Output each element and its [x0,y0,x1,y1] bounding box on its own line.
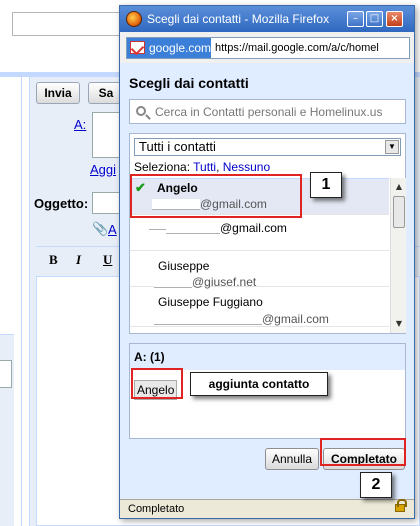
contact-name: Giuseppe [158,259,210,273]
italic-button[interactable]: I [76,252,81,268]
to-field[interactable] [92,112,122,158]
recipients-header: A: (1) [130,344,405,370]
minimize-icon[interactable]: – [347,11,364,27]
select-none-link[interactable]: Nessuno [223,160,270,174]
contact-email: @gmail.com [166,221,287,235]
contact-email: @gmail.com [154,312,329,326]
group-select[interactable]: Tutti i contatti ▼ [134,138,401,156]
picker-content: Scegli dai contatti Cerca in Contatti pe… [120,63,414,499]
status-bar: Completato [120,499,414,518]
contact-search-input[interactable]: Cerca in Contatti personali e Homelinux.… [129,99,406,124]
site-label: google.com [149,41,212,55]
paperclip-icon: 📎 [92,222,109,237]
add-recipient-link[interactable]: Aggi [90,162,116,177]
close-icon[interactable]: × [386,11,403,27]
window-titlebar[interactable]: Scegli dai contatti - Mozilla Firefox – … [120,6,414,32]
select-label: Seleziona: [134,160,191,174]
address-bar[interactable]: google.com https://mail.google.com/a/c/h… [126,37,410,59]
address-url[interactable]: https://mail.google.com/a/c/homel [215,38,379,58]
scroll-down-icon[interactable]: ▼ [392,317,406,331]
background-left-box [0,360,12,388]
search-placeholder: Cerca in Contatti personali e Homelinux.… [155,105,383,119]
note-callout: aggiunta contatto [190,372,328,396]
contact-email: @giusef.net [154,275,256,289]
window-title: Scegli dai contatti - Mozilla Firefox [147,12,330,26]
redacted-username [166,223,220,235]
contact-name: Giuseppe Fuggiano [158,295,263,309]
search-icon [136,106,146,116]
gmail-icon [130,41,145,54]
bold-button[interactable]: B [49,252,58,268]
maximize-icon[interactable]: □ [366,11,383,27]
status-text: Completato [128,503,185,515]
to-label-link[interactable]: A: [74,117,86,132]
site-identity[interactable]: google.com [127,38,211,58]
highlight-done-button [320,438,406,466]
chevron-down-icon[interactable]: ▼ [385,140,399,154]
firefox-icon [126,11,142,27]
lock-icon [395,499,407,512]
redacted-username [154,277,192,289]
highlight-recipient-chip [131,368,183,399]
subject-label: Oggetto: [34,196,89,211]
contact-list-panel: Tutti i contatti ▼ Seleziona: Tutti, Nes… [129,133,406,334]
contact-item[interactable]: Giuseppe Fuggiano @gmail.com [130,291,389,327]
send-button[interactable]: Invia [36,82,80,104]
step-1-callout: 1 [310,172,342,198]
contact-list-scrollbar[interactable]: ▲ ▼ [390,178,406,333]
step-2-callout: 2 [360,472,392,498]
select-all-link[interactable]: Tutti [193,160,216,174]
scroll-up-icon[interactable]: ▲ [392,180,406,194]
redacted-username [154,314,262,326]
highlight-contact-angelo [130,174,302,218]
group-select-value: Tutti i contatti [139,139,216,154]
scrollbar-thumb[interactable] [393,196,405,228]
selection-links: Seleziona: Tutti, Nessuno [134,160,270,174]
picker-heading: Scegli dai contatti [129,75,249,91]
cancel-button[interactable]: Annulla [265,448,319,470]
contact-item[interactable]: @gmail.com [130,215,389,251]
contact-item[interactable]: Giuseppe @giusef.net [130,251,389,289]
comma-separator: , [216,160,223,174]
attach-link[interactable]: A [108,222,117,237]
underline-button[interactable]: U [103,252,112,268]
subject-field[interactable] [92,192,122,214]
